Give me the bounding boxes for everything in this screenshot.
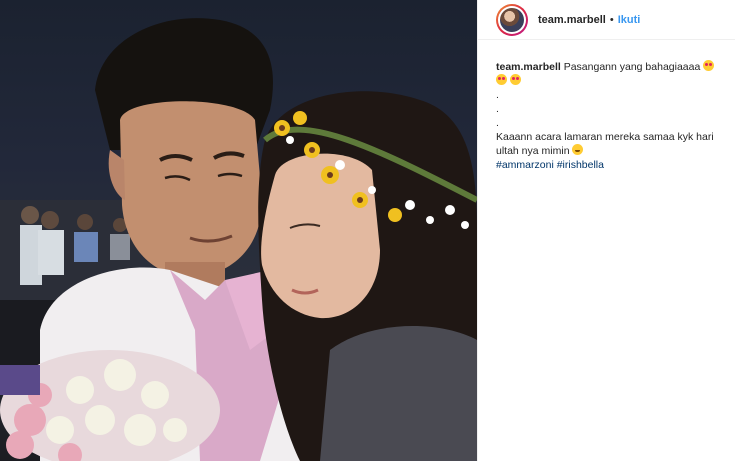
photo-illustration	[0, 18, 477, 461]
caption-dot-1: .	[496, 89, 499, 101]
post-header: team.marbell • Ikuti	[478, 0, 735, 40]
heart-eyes-emoji-icon	[509, 74, 521, 85]
caption-text-2: Kaaann acara lamaran mereka samaa kyk ha…	[496, 131, 714, 157]
avatar[interactable]	[496, 3, 528, 36]
post-caption: team.marbell Pasangann yang bahagiaaaa .…	[496, 60, 728, 172]
caption-dot-2: .	[496, 103, 499, 115]
avatar-image	[500, 7, 524, 32]
heart-eyes-emoji-icon	[496, 74, 507, 85]
grinning-emoji-icon	[572, 144, 584, 155]
hashtag-link[interactable]: #ammarzoni	[496, 159, 554, 171]
heart-eyes-emoji-icon	[703, 60, 715, 71]
caption-dot-3: .	[496, 117, 499, 129]
instagram-post: team.marbell • Ikuti team.marbell Pasang…	[0, 0, 735, 461]
hashtag-link[interactable]: #irishbella	[557, 159, 604, 171]
caption-username[interactable]: team.marbell	[496, 61, 561, 73]
header-separator: •	[609, 13, 614, 26]
caption-line-1: team.marbell Pasangann yang bahagiaaaa	[496, 60, 728, 88]
caption-line-2: Kaaann acara lamaran mereka samaa kyk ha…	[496, 130, 728, 158]
post-sidebar: team.marbell • Ikuti team.marbell Pasang…	[477, 0, 735, 461]
avatar-ring	[498, 5, 526, 34]
caption-text-1: Pasangann yang bahagiaaaa	[563, 61, 701, 73]
follow-button[interactable]: Ikuti	[618, 14, 641, 26]
header-username[interactable]: team.marbell	[538, 14, 606, 26]
post-photo[interactable]	[0, 0, 477, 461]
caption-hashtags: #ammarzoni #irishbella	[496, 158, 728, 172]
